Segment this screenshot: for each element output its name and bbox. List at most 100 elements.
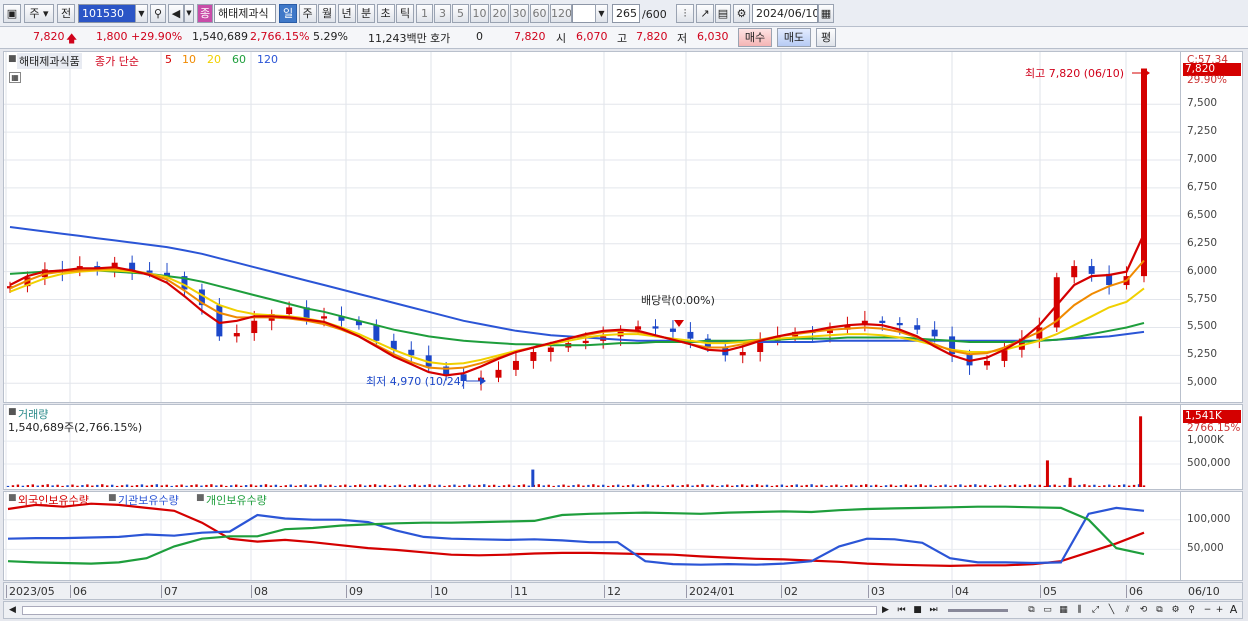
- grid-icon[interactable]: ▦: [1056, 603, 1071, 617]
- low-annotation: 최저 4,970 (10/24): [366, 375, 466, 388]
- volume-bar-221: [1103, 485, 1106, 487]
- drawing-tools-icon[interactable]: ↗: [696, 4, 714, 23]
- font-size-icon[interactable]: A: [1226, 603, 1241, 617]
- interval-tab-120[interactable]: 120: [550, 4, 572, 23]
- volume-bar-104: [522, 484, 526, 487]
- volume-bar-90: [453, 484, 456, 487]
- open-label: 시: [556, 32, 567, 45]
- interval-tab-30[interactable]: 30: [510, 4, 529, 23]
- interval-tab-5[interactable]: 5: [452, 4, 469, 23]
- grid-toggle-icon[interactable]: ▦: [9, 72, 21, 83]
- average-button[interactable]: 평: [816, 28, 836, 47]
- volume-bar-217: [1083, 484, 1086, 487]
- volume-bar-42: [215, 485, 218, 487]
- high-price: 7,820: [636, 30, 668, 43]
- volume-bar-176: [879, 485, 883, 487]
- ma-legend-20[interactable]: 20: [207, 53, 221, 66]
- volume-bar-224: [1117, 485, 1121, 487]
- volume-bar-92: [463, 485, 466, 487]
- interval-tab-10[interactable]: 10: [470, 4, 489, 23]
- buy-button[interactable]: 매수: [738, 28, 772, 47]
- period-tab-3[interactable]: 년: [337, 4, 356, 23]
- code-dropdown-icon[interactable]: ▼: [135, 4, 148, 23]
- holdings-tick-0: 100,000: [1187, 512, 1231, 525]
- period-tab-0[interactable]: 일: [279, 4, 297, 23]
- fast-forward-icon[interactable]: ⏭: [926, 603, 941, 617]
- interval-tab-1[interactable]: 1: [416, 4, 433, 23]
- ma-legend-10[interactable]: 10: [182, 53, 196, 66]
- volume-bar-24: [125, 484, 129, 487]
- volume-bar-199: [993, 485, 997, 487]
- price-change-pct: +29.90%: [131, 30, 183, 43]
- candle-body-33: [582, 340, 589, 344]
- rewind-icon[interactable]: ⏮: [894, 603, 909, 617]
- price-tick-8: 5,500: [1187, 320, 1218, 333]
- copy-icon[interactable]: ⧉: [1152, 603, 1167, 617]
- gear-icon[interactable]: ⚙: [733, 4, 750, 23]
- zoom-icon[interactable]: ⚲: [1184, 603, 1199, 617]
- interval-tab-60[interactable]: 60: [530, 4, 549, 23]
- holdings-legend-0[interactable]: 외국인보유수량: [18, 492, 89, 508]
- volume-bar-11: [61, 485, 64, 487]
- line-tool-icon[interactable]: ╲: [1104, 603, 1119, 617]
- volume-bar-149: [745, 485, 749, 487]
- speaker-icon[interactable]: ◀: [168, 4, 184, 23]
- window-icon[interactable]: ▣: [3, 4, 21, 23]
- scrollbar-track[interactable]: [22, 606, 877, 615]
- volume-bar-3: [21, 485, 25, 487]
- volume-bar-127: [636, 485, 640, 487]
- ma-legend-5[interactable]: 5: [165, 53, 172, 66]
- period-tab-4[interactable]: 분: [357, 4, 375, 23]
- dividend-annotation: 배당락(0.00%): [641, 294, 715, 307]
- stock-code-input[interactable]: 101530: [78, 4, 136, 23]
- calendar-icon[interactable]: ▦: [818, 4, 834, 23]
- compare-icon[interactable]: ⧉: [1024, 603, 1039, 617]
- scroll-right-icon[interactable]: ▶: [878, 603, 893, 617]
- period-tab-1[interactable]: 주: [298, 4, 317, 23]
- volume-bar-116: [582, 485, 585, 487]
- period-tab-5[interactable]: 초: [376, 4, 395, 23]
- save-icon[interactable]: ▤: [715, 4, 731, 23]
- holdings-chart[interactable]: [4, 492, 1180, 580]
- refresh-icon[interactable]: ⟲: [1136, 603, 1151, 617]
- trend-icon[interactable]: ⤢: [1088, 603, 1103, 617]
- period-unit-select[interactable]: 주 ▾: [24, 4, 54, 23]
- stop-icon[interactable]: ■: [910, 603, 925, 617]
- chart-type-icon[interactable]: ⫶: [676, 4, 694, 23]
- settings-icon[interactable]: ⚙: [1168, 603, 1183, 617]
- zoom-in-icon[interactable]: +: [1212, 603, 1227, 617]
- volume-bar-87: [438, 484, 441, 487]
- ma-legend-120[interactable]: 120: [257, 53, 278, 66]
- price-panel[interactable]: ■ 해태제과식품 종가 단순 5 10 20 60 120 ▦ 최고 7,820 (06…: [3, 51, 1181, 403]
- volume-bar-70: [354, 485, 357, 487]
- category-badge[interactable]: 종: [197, 4, 213, 23]
- holdings-legend-1[interactable]: 기관보유수량: [118, 492, 179, 508]
- fib-icon[interactable]: ⫽: [1120, 603, 1135, 617]
- interval-tab-20[interactable]: 20: [490, 4, 509, 23]
- interval-dropdown-icon[interactable]: ▼: [595, 4, 608, 23]
- holdings-panel[interactable]: ■ 외국인보유수량 ■ 기관보유수량 ■ 개인보유수량: [3, 491, 1181, 581]
- period-unit-label: 주: [29, 7, 40, 20]
- sell-button[interactable]: 매도: [777, 28, 811, 47]
- prev-button[interactable]: 전: [57, 4, 75, 23]
- volume-bar-130: [651, 485, 655, 487]
- interval-tab-3[interactable]: 3: [434, 4, 451, 23]
- price-panel-title[interactable]: 해태제과식품: [17, 53, 82, 69]
- split-icon[interactable]: ⫼: [1072, 603, 1087, 617]
- stock-name-field[interactable]: 해태제과식: [214, 4, 276, 23]
- date-input[interactable]: 2024/06/10: [752, 4, 818, 23]
- scroll-left-icon[interactable]: ◀: [5, 603, 20, 617]
- layout-icon[interactable]: ▭: [1040, 603, 1055, 617]
- period-tab-2[interactable]: 월: [318, 4, 336, 23]
- speaker-dropdown-icon[interactable]: ▼: [184, 4, 194, 23]
- period-tab-6[interactable]: 틱: [396, 4, 414, 23]
- price-chart[interactable]: [4, 52, 1180, 402]
- ma-line-60: [9, 269, 1145, 347]
- ma-legend-60[interactable]: 60: [232, 53, 246, 66]
- volume-panel[interactable]: ■ 거래량 1,540,689주(2,766.15%): [3, 404, 1181, 490]
- holdings-legend-2[interactable]: 개인보유수량: [206, 492, 267, 508]
- volume-chart[interactable]: [4, 405, 1180, 489]
- count-input[interactable]: 265: [612, 4, 640, 23]
- search-icon[interactable]: ⚲: [150, 4, 166, 23]
- zoom-slider[interactable]: [948, 609, 1008, 612]
